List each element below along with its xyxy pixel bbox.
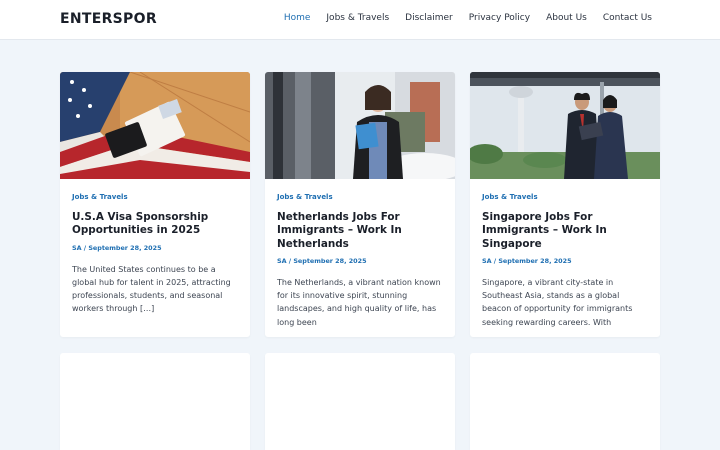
nav-about-us[interactable]: About Us — [546, 13, 587, 23]
main-nav: Home Jobs & Travels Disclaimer Privacy P… — [284, 13, 652, 23]
site-logo[interactable]: ENTERSPOR — [60, 11, 157, 27]
post-title[interactable]: U.S.A Visa Sponsorship Opportunities in … — [72, 211, 238, 238]
post-card-placeholder — [60, 353, 250, 450]
nav-contact-us[interactable]: Contact Us — [603, 13, 652, 23]
nav-jobs-travels[interactable]: Jobs & Travels — [326, 13, 389, 23]
post-meta[interactable]: SA / September 28, 2025 — [482, 257, 648, 265]
post-card-usa-visa: Jobs & Travels U.S.A Visa Sponsorship Op… — [60, 72, 250, 337]
post-thumbnail-usa-flag[interactable] — [60, 72, 250, 179]
post-card-singapore: Jobs & Travels Singapore Jobs For Immigr… — [470, 72, 660, 337]
post-category-link[interactable]: Jobs & Travels — [72, 193, 238, 201]
nav-home[interactable]: Home — [284, 13, 311, 23]
post-excerpt: Singapore, a vibrant city-state in South… — [482, 277, 633, 327]
post-meta[interactable]: SA / September 28, 2025 — [277, 257, 443, 265]
business-people-airport-image — [470, 72, 660, 179]
post-card-netherlands: Jobs & Travels Netherlands Jobs For Immi… — [265, 72, 455, 337]
post-title[interactable]: Singapore Jobs For Immigrants – Work In … — [482, 211, 648, 251]
post-category-link[interactable]: Jobs & Travels — [482, 193, 648, 201]
post-title[interactable]: Netherlands Jobs For Immigrants – Work I… — [277, 211, 443, 251]
post-excerpt: The Netherlands, a vibrant nation known … — [277, 277, 441, 327]
post-excerpt: The United States continues to be a glob… — [72, 264, 231, 314]
nav-privacy-policy[interactable]: Privacy Policy — [469, 13, 530, 23]
post-card-placeholder — [470, 353, 660, 450]
post-thumbnail-singapore[interactable] — [470, 72, 660, 179]
post-meta[interactable]: SA / September 28, 2025 — [72, 244, 238, 252]
nav-disclaimer[interactable]: Disclaimer — [405, 13, 453, 23]
woman-with-folder-image — [265, 72, 455, 179]
usa-flag-image — [60, 72, 250, 179]
post-thumbnail-netherlands[interactable] — [265, 72, 455, 179]
post-card-placeholder — [265, 353, 455, 450]
post-category-link[interactable]: Jobs & Travels — [277, 193, 443, 201]
site-header: ENTERSPOR Home Jobs & Travels Disclaimer… — [0, 0, 720, 40]
